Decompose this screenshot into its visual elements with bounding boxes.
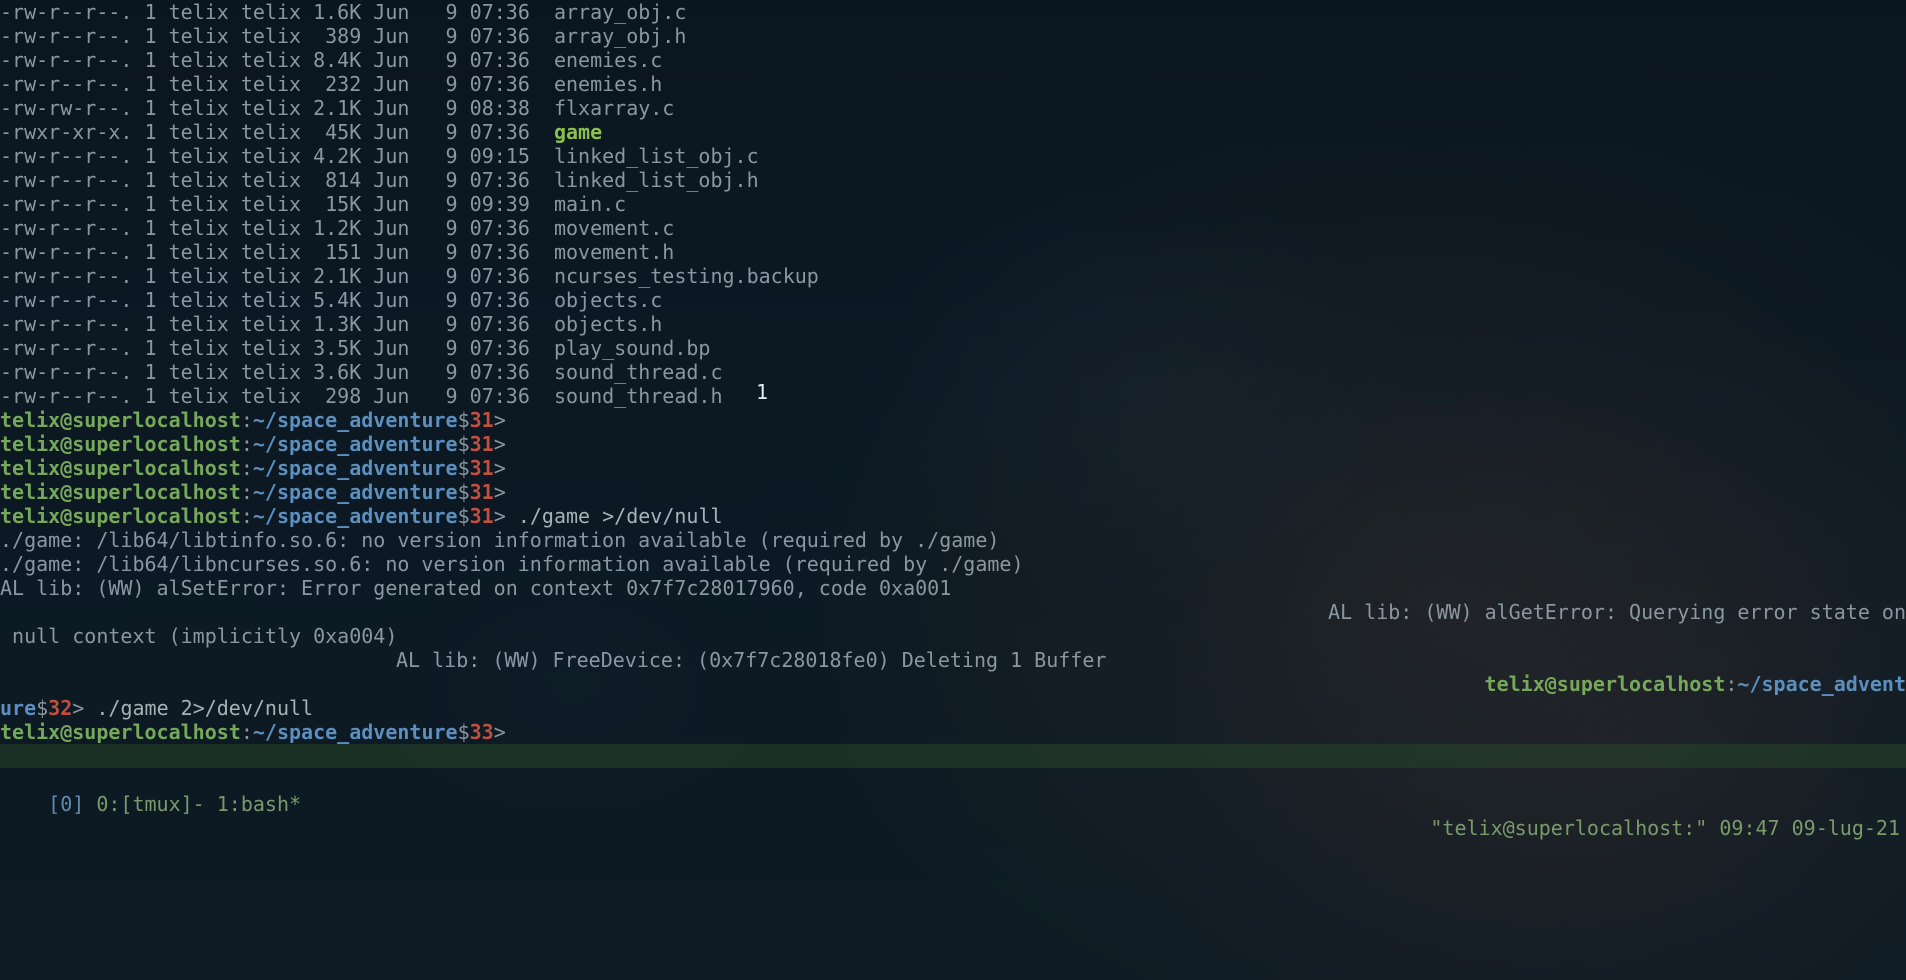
ls-row: -rw-r--r--. 1 telix telix 298 Jun 9 07:3…: [0, 384, 1906, 408]
output-line-wrap: AL lib: (WW) alGetError: Querying error …: [0, 600, 1906, 624]
prompt-wrap-right: telix@superlocalhost:~/space_advent: [0, 672, 1906, 696]
output-line-freedevice: AL lib: (WW) FreeDevice: (0x7f7c28018fe0…: [0, 648, 1906, 672]
ls-row: -rw-r--r--. 1 telix telix 814 Jun 9 07:3…: [0, 168, 1906, 192]
output-line: ./game: /lib64/libtinfo.so.6: no version…: [0, 528, 1906, 552]
tmux-window-1[interactable]: 1:bash*: [217, 792, 301, 816]
output-line-wrap-cont: null context (implicitly 0xa004): [0, 624, 1906, 648]
ls-row: -rw-r--r--. 1 telix telix 4.2K Jun 9 09:…: [0, 144, 1906, 168]
ls-row: -rw-r--r--. 1 telix telix 1.2K Jun 9 07:…: [0, 216, 1906, 240]
ls-row: -rw-r--r--. 1 telix telix 2.1K Jun 9 07:…: [0, 264, 1906, 288]
prompt-line-empty-2[interactable]: telix@superlocalhost:~/space_adventure$3…: [0, 456, 1906, 480]
prompt-line-empty-0[interactable]: telix@superlocalhost:~/space_adventure$3…: [0, 408, 1906, 432]
prompt-line-cmd3[interactable]: telix@superlocalhost:~/space_adventure$3…: [0, 720, 1906, 744]
ls-row: -rw-r--r--. 1 telix telix 5.4K Jun 9 07:…: [0, 288, 1906, 312]
ls-row: -rw-r--r--. 1 telix telix 15K Jun 9 09:3…: [0, 192, 1906, 216]
ls-row: -rw-r--r--. 1 telix telix 1.3K Jun 9 07:…: [0, 312, 1906, 336]
ls-row: -rw-r--r--. 1 telix telix 1.6K Jun 9 07:…: [0, 0, 1906, 24]
prompt-line-empty-1[interactable]: telix@superlocalhost:~/space_adventure$3…: [0, 432, 1906, 456]
ls-row: -rw-r--r--. 1 telix telix 3.5K Jun 9 07:…: [0, 336, 1906, 360]
output-line: AL lib: (WW) alSetError: Error generated…: [0, 576, 1906, 600]
tmux-status-right: "telix@superlocalhost:" 09:47 09-lug-21: [1430, 816, 1900, 840]
ls-row: -rw-r--r--. 1 telix telix 3.6K Jun 9 07:…: [0, 360, 1906, 384]
tmux-session-index: [0]: [48, 792, 84, 816]
prompt-line-cmd2[interactable]: ure$32> ./game 2>/dev/null: [0, 696, 1906, 720]
ls-row: -rw-rw-r--. 1 telix telix 2.1K Jun 9 08:…: [0, 96, 1906, 120]
prompt-line-empty-3[interactable]: telix@superlocalhost:~/space_adventure$3…: [0, 480, 1906, 504]
prompt-line-cmd1[interactable]: telix@superlocalhost:~/space_adventure$3…: [0, 504, 1906, 528]
ls-row: -rw-r--r--. 1 telix telix 151 Jun 9 07:3…: [0, 240, 1906, 264]
output-line: ./game: /lib64/libncurses.so.6: no versi…: [0, 552, 1906, 576]
ls-row: -rw-r--r--. 1 telix telix 232 Jun 9 07:3…: [0, 72, 1906, 96]
tmux-window-0[interactable]: 0:[tmux]-: [84, 792, 216, 816]
tmux-status-bar[interactable]: [0] 0:[tmux]- 1:bash* "telix@superlocalh…: [0, 744, 1906, 768]
command-text: ./game 2>/dev/null: [96, 696, 313, 720]
ls-row: -rwxr-xr-x. 1 telix telix 45K Jun 9 07:3…: [0, 120, 1906, 144]
ls-row: -rw-r--r--. 1 telix telix 8.4K Jun 9 07:…: [0, 48, 1906, 72]
ls-row: -rw-r--r--. 1 telix telix 389 Jun 9 07:3…: [0, 24, 1906, 48]
stray-digit-one: 1: [756, 380, 768, 404]
command-text: ./game >/dev/null: [518, 504, 723, 528]
